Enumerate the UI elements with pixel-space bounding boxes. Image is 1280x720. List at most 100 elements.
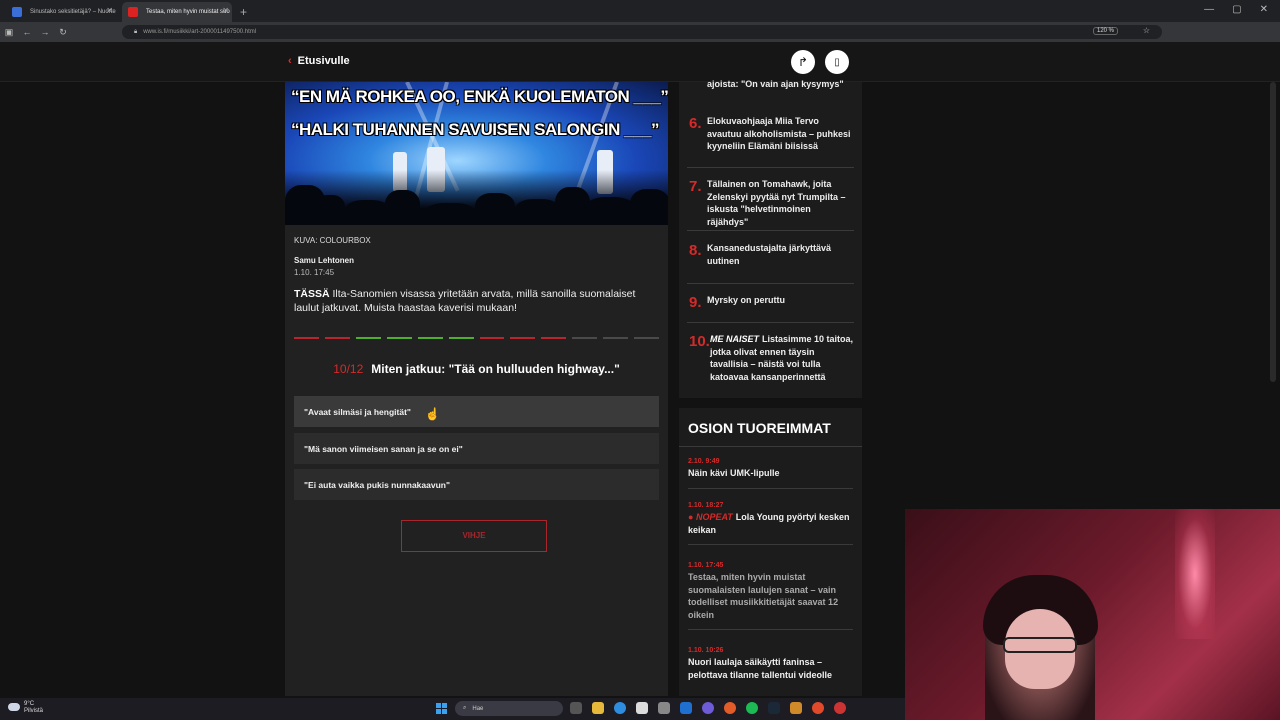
window-controls: — ▢ ✕ <box>1192 0 1280 19</box>
item-headline: Näin kävi UMK-lipulle <box>688 468 780 478</box>
chevron-left-icon: ‹ <box>288 55 292 67</box>
bookmark-icon: ▯ <box>834 56 840 68</box>
back-to-front-page-link[interactable]: ‹ Etusivulle <box>288 55 350 67</box>
rank-number: 10. <box>689 333 710 350</box>
progress-segment <box>386 337 412 339</box>
lead-bold: TÄSSÄ <box>294 288 330 300</box>
spotify-icon[interactable] <box>746 702 758 714</box>
close-icon[interactable]: ✕ <box>106 6 113 15</box>
cloud-icon <box>8 703 20 711</box>
webcam-overlay <box>905 509 1280 720</box>
alert-icon: ● <box>688 512 694 522</box>
share-button[interactable]: ↱ <box>791 50 815 74</box>
weather-temp: 9°C <box>24 701 35 707</box>
tab-title: Testaa, miten hyvin muistat suo <box>146 9 230 15</box>
item-time: 1.10. 10:26 <box>688 647 724 654</box>
firefox-icon[interactable] <box>724 702 736 714</box>
hand-cursor-icon: ☝ <box>425 407 440 421</box>
section-title: OSION TUOREIMMAT <box>688 420 831 436</box>
share-icon: ↱ <box>797 55 809 69</box>
most-read-list: ajoista: "On vain ajan kysymys" 6. Eloku… <box>679 79 862 398</box>
list-item[interactable]: 1.10. 18:27 ● NOPEAT Lola Young pyörtyi k… <box>688 502 853 545</box>
list-item[interactable]: 2.10. 9:49 Näin kävi UMK-lipulle <box>688 458 853 489</box>
list-item-content: ME NAISET Listasimme 10 taitoa, jotka oli… <box>710 333 854 383</box>
back-arrow-icon[interactable]: ← <box>18 27 36 37</box>
divider <box>679 446 862 447</box>
question-number: 10/12 <box>333 362 364 376</box>
progress-segment <box>324 337 350 339</box>
list-item[interactable]: 9. Myrsky on peruttu <box>687 294 854 323</box>
progress-segment <box>541 337 567 339</box>
progress-segment <box>603 337 629 339</box>
search-icon: ⌕ <box>463 705 467 711</box>
item-time: 1.10. 17:45 <box>688 562 724 569</box>
app-icon[interactable] <box>790 702 802 714</box>
list-item-text: Myrsky on peruttu <box>707 295 786 305</box>
minimize-icon[interactable]: — <box>1204 4 1214 15</box>
lock-icon: 🔒︎ <box>134 28 138 35</box>
windows-taskbar: 9°C Pilvistä ⌕ Hae <box>0 698 905 720</box>
app-icon[interactable] <box>680 702 692 714</box>
page-scrollbar[interactable] <box>1270 82 1276 382</box>
progress-segment <box>355 337 381 339</box>
answer-label: "Avaat silmäsi ja hengität" <box>304 407 411 417</box>
hero-image: “EN MÄ ROHKEA OO, ENKÄ KUOLEMATON ___” “… <box>285 82 668 225</box>
sidebar-toggle-icon[interactable]: ▣ <box>0 27 18 38</box>
rank-number: 6. <box>689 115 702 132</box>
zoom-level[interactable]: 120 % <box>1092 27 1118 35</box>
list-item[interactable]: 6. Elokuvaohjaaja Miia Tervo avautuu alk… <box>687 115 854 168</box>
progress-segment <box>479 337 505 339</box>
answer-label: "Mä sanon viimeisen sanan ja se on ei" <box>304 444 463 454</box>
obs-icon[interactable] <box>834 702 846 714</box>
steam-icon[interactable] <box>768 702 780 714</box>
progress-segment <box>510 337 536 339</box>
list-item[interactable]: 8. Kansanedustajalta järkyttävä uutinen <box>687 242 854 284</box>
list-item[interactable]: 10. ME NAISET Listasimme 10 taitoa, jotka… <box>687 333 854 391</box>
item-headline: Testaa, miten hyvin muistat suomalaisten… <box>688 572 839 620</box>
close-icon[interactable]: ✕ <box>222 6 229 15</box>
address-bar-row: ▣ ← → ↻ 🔒︎ www.is.fi/musiikki/art-200001… <box>0 22 1280 42</box>
windows-start-icon[interactable] <box>436 703 447 714</box>
new-tab-button[interactable]: + <box>240 2 247 22</box>
list-item[interactable]: ajoista: "On vain ajan kysymys" <box>687 78 854 92</box>
save-article-button[interactable]: ▯ <box>825 50 849 74</box>
answer-option[interactable]: "Avaat silmäsi ja hengität" <box>294 396 659 427</box>
site-favicon-icon <box>128 7 138 17</box>
tab-title: Sinustako seksitietäjä? – Nuorte <box>30 9 116 15</box>
discord-icon[interactable] <box>702 702 714 714</box>
close-window-icon[interactable]: ✕ <box>1260 4 1268 15</box>
taskbar-search[interactable]: ⌕ Hae <box>455 701 563 716</box>
list-item-text: Kansanedustajalta järkyttävä uutinen <box>707 243 832 266</box>
reload-icon[interactable]: ↻ <box>54 27 72 38</box>
answer-label: "Ei auta vaikka pukis nunnakaavun" <box>304 480 451 490</box>
site-favicon-icon <box>12 7 22 17</box>
progress-segment <box>294 337 319 339</box>
section-latest: OSION TUOREIMMAT 2.10. 9:49 Näin kävi UM… <box>679 408 862 696</box>
store-icon[interactable] <box>636 702 648 714</box>
hint-button[interactable]: VIHJE <box>401 520 547 552</box>
answer-option[interactable]: "Mä sanon viimeisen sanan ja se on ei" <box>294 433 659 464</box>
browser-tab[interactable]: Sinustako seksitietäjä? – Nuorte ✕ <box>6 2 116 22</box>
browser-tab-active[interactable]: Testaa, miten hyvin muistat suo ✕ <box>122 2 232 22</box>
author-name[interactable]: Samu Lehtonen <box>294 256 354 265</box>
image-caption: KUVA: COLOURBOX <box>294 236 371 245</box>
bookmark-star-icon[interactable]: ☆ <box>1143 26 1150 35</box>
rank-number: 8. <box>689 242 702 259</box>
badge-label: NOPEAT <box>695 512 733 522</box>
list-item[interactable]: 1.10. 17:45 Testaa, miten hyvin muistat … <box>688 562 853 630</box>
answer-option[interactable]: "Ei auta vaikka pukis nunnakaavun" <box>294 469 659 500</box>
list-item[interactable]: 7. Tällainen on Tomahawk, joita Zelensky… <box>687 178 854 231</box>
file-explorer-icon[interactable] <box>592 702 604 714</box>
edge-icon[interactable] <box>614 702 626 714</box>
url-field[interactable]: 🔒︎ www.is.fi/musiikki/art-2000011497500.… <box>122 25 1162 39</box>
weather-widget[interactable]: 9°C Pilvistä <box>8 701 43 715</box>
task-view-icon[interactable] <box>570 702 582 714</box>
forward-arrow-icon[interactable]: → <box>36 27 54 37</box>
maximize-icon[interactable]: ▢ <box>1232 4 1241 15</box>
item-headline: Nuori laulaja säikäytti faninsa – pelott… <box>688 657 833 680</box>
list-item[interactable]: 1.10. 10:26 Nuori laulaja säikäytti fani… <box>688 647 853 689</box>
weather-text: Pilvistä <box>24 708 44 714</box>
app-icon[interactable] <box>812 702 824 714</box>
settings-icon[interactable] <box>658 702 670 714</box>
site-header: ‹ Etusivulle ↱ ▯ <box>0 42 1280 82</box>
